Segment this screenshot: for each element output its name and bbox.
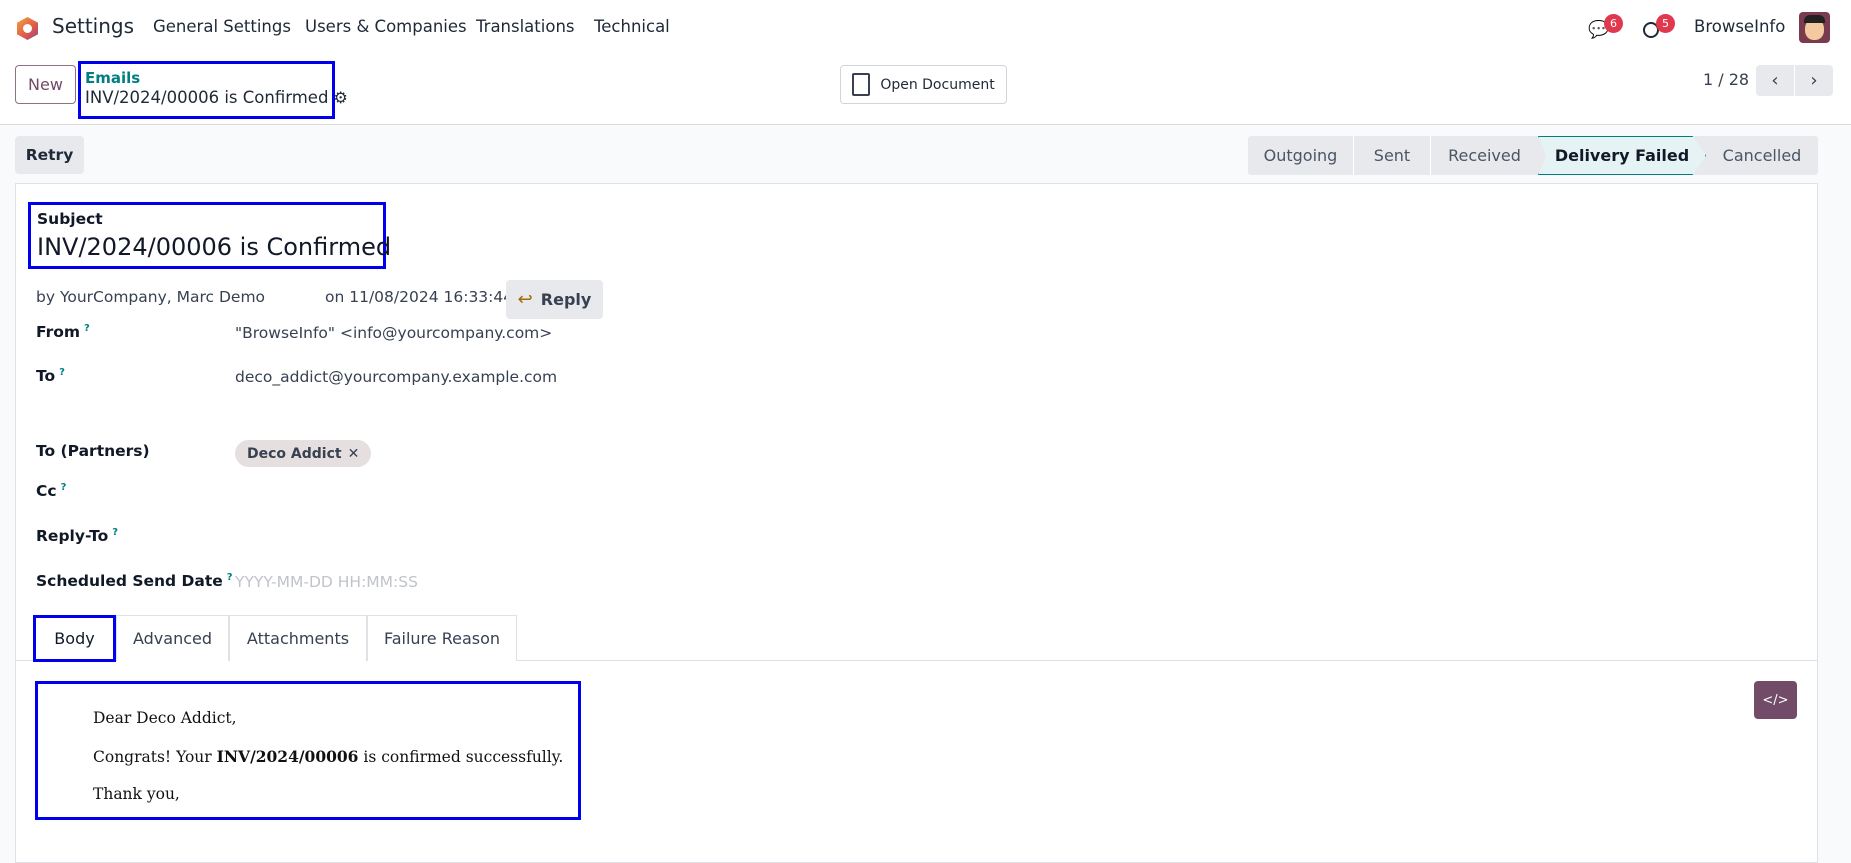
to-partners-label: To (Partners) <box>36 442 150 460</box>
document-icon <box>852 73 871 96</box>
body-message: Congrats! Your INV/2024/00006 is confirm… <box>93 747 564 766</box>
reply-label: Reply <box>540 290 592 309</box>
cc-label: Cc? <box>36 482 67 501</box>
to-label: To? <box>36 367 65 386</box>
code-view-button[interactable]: </> <box>1754 681 1797 719</box>
tab-failure-reason[interactable]: Failure Reason <box>367 615 517 661</box>
reply-button[interactable]: ↩ Reply <box>506 280 603 319</box>
subject-block: Subject INV/2024/00006 is Confirmed <box>28 202 391 269</box>
tab-advanced[interactable]: Advanced <box>116 615 229 661</box>
odoo-logo-icon[interactable] <box>17 17 38 40</box>
activities-badge: 5 <box>1656 14 1675 33</box>
company-switcher[interactable]: BrowseInfo <box>1694 17 1785 36</box>
date-line: on 11/08/2024 16:33:44 <box>325 288 514 306</box>
pager-previous-button[interactable]: ‹ <box>1756 65 1794 96</box>
app-name[interactable]: Settings <box>52 14 134 38</box>
help-icon[interactable]: ? <box>84 323 90 334</box>
reply-to-field[interactable] <box>235 523 835 551</box>
help-icon[interactable]: ? <box>61 482 67 493</box>
retry-button[interactable]: Retry <box>15 136 84 174</box>
scheduled-send-date-input[interactable]: YYYY-MM-DD HH:MM:SS <box>235 573 418 591</box>
help-icon[interactable]: ? <box>112 527 118 538</box>
body-greeting: Dear Deco Addict, <box>93 709 237 727</box>
from-label: From? <box>36 323 90 342</box>
to-value[interactable]: deco_addict@yourcompany.example.com <box>235 368 557 386</box>
status-bar: Outgoing Sent Received Delivery Failed C… <box>1248 136 1818 175</box>
stage-sent[interactable]: Sent <box>1354 136 1431 175</box>
pager-next-button[interactable]: › <box>1795 65 1833 96</box>
partner-tag[interactable]: Deco Addict ✕ <box>235 440 372 467</box>
remove-tag-icon[interactable]: ✕ <box>348 446 360 462</box>
code-icon: </> <box>1762 692 1789 708</box>
menu-translations[interactable]: Translations <box>476 17 575 36</box>
messages-badge: 6 <box>1604 14 1623 33</box>
reply-to-label: Reply-To? <box>36 527 119 546</box>
gear-icon[interactable]: ⚙ <box>333 88 347 107</box>
body-closing: Thank you, <box>93 785 180 803</box>
tab-body[interactable]: Body <box>33 615 116 662</box>
from-value[interactable]: "BrowseInfo" <info@yourcompany.com> <box>235 324 552 342</box>
stage-cancelled[interactable]: Cancelled <box>1706 136 1818 175</box>
open-document-button[interactable]: Open Document <box>840 65 1007 104</box>
stage-delivery-failed[interactable]: Delivery Failed <box>1538 136 1706 175</box>
breadcrumb-emails[interactable]: Emails <box>85 69 140 87</box>
menu-users-companies[interactable]: Users & Companies <box>305 17 467 36</box>
menu-technical[interactable]: Technical <box>594 17 670 36</box>
cc-field[interactable] <box>235 478 835 506</box>
scheduled-send-date-label: Scheduled Send Date? <box>36 572 233 591</box>
help-icon[interactable]: ? <box>227 572 233 583</box>
breadcrumb-current: INV/2024/00006 is Confirmed <box>85 88 329 107</box>
top-navbar: Settings General Settings Users & Compan… <box>0 0 1851 54</box>
tab-attachments[interactable]: Attachments <box>229 615 367 661</box>
stage-outgoing[interactable]: Outgoing <box>1248 136 1354 175</box>
help-icon[interactable]: ? <box>59 367 65 378</box>
author-line: by YourCompany, Marc Demo <box>36 288 266 306</box>
new-button[interactable]: New <box>15 65 76 104</box>
messages-button[interactable]: 💬 6 <box>1588 14 1624 40</box>
reply-icon: ↩ <box>517 289 533 310</box>
open-document-label: Open Document <box>880 76 995 93</box>
activities-button[interactable]: 5 <box>1643 14 1679 40</box>
stage-received[interactable]: Received <box>1431 136 1538 175</box>
partner-tag-label: Deco Addict <box>247 445 342 462</box>
user-avatar[interactable] <box>1799 12 1830 43</box>
menu-general-settings[interactable]: General Settings <box>153 17 291 36</box>
pager-value[interactable]: 1 / 28 <box>1703 70 1749 89</box>
breadcrumb: Emails INV/2024/00006 is Confirmed ⚙ <box>78 61 348 119</box>
subject-title: INV/2024/00006 is Confirmed <box>37 233 392 261</box>
subject-label: Subject <box>37 210 103 228</box>
control-panel: New Emails INV/2024/00006 is Confirmed ⚙… <box>0 54 1851 125</box>
